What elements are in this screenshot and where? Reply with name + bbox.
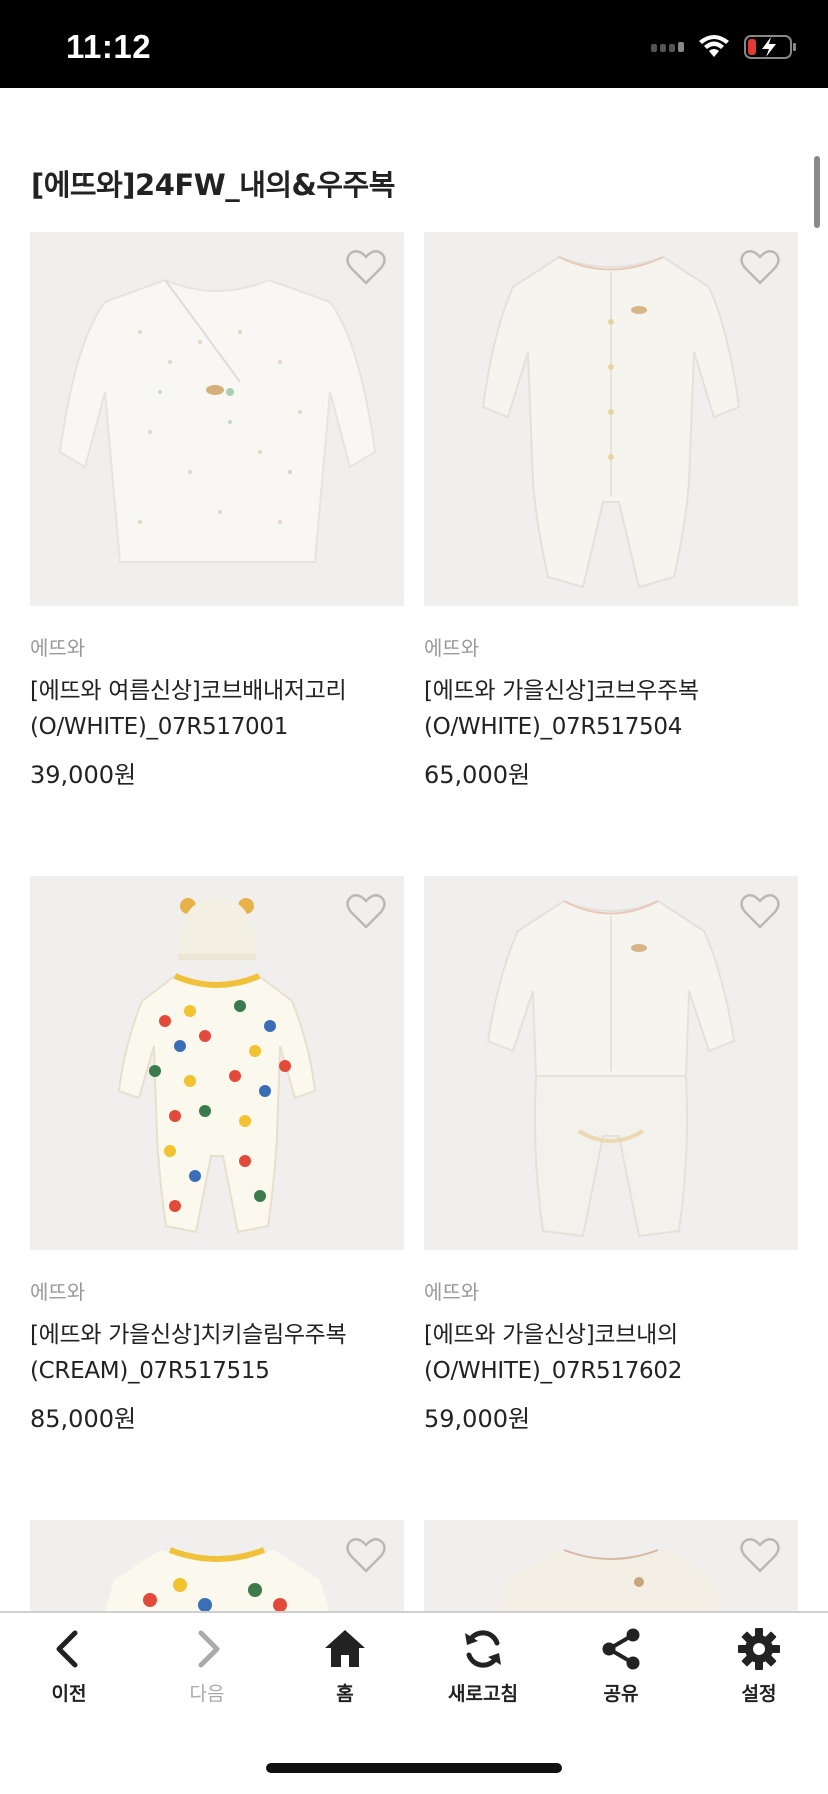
product-price: 85,000원 bbox=[30, 1405, 137, 1433]
underwear-set-image bbox=[486, 899, 736, 1238]
product-name-line1: [에뜨와 가을신상]코브우주복 bbox=[424, 678, 699, 704]
status-bar: 11:12 bbox=[0, 0, 828, 88]
nav-prev-button[interactable]: 이전 bbox=[0, 1627, 138, 1706]
wifi-icon bbox=[699, 35, 729, 57]
nav-next-button[interactable]: 다음 bbox=[138, 1627, 276, 1706]
product-price: 59,000원 bbox=[424, 1405, 531, 1433]
nav-home-button[interactable]: 홈 bbox=[276, 1627, 414, 1706]
refresh-icon bbox=[465, 1630, 501, 1668]
product-price: 65,000원 bbox=[424, 761, 531, 789]
home-icon bbox=[325, 1630, 365, 1667]
product-name-line1: [에뜨와 가을신상]코브내의 bbox=[424, 1322, 678, 1348]
product-price: 39,000원 bbox=[30, 761, 137, 789]
nav-home-label: 홈 bbox=[336, 1683, 354, 1705]
heart-outline-icon[interactable] bbox=[346, 248, 386, 286]
product-card[interactable]: 에뜨와 [에뜨와 가을신상]치키슬림우주복 (CREAM)_07R517515 … bbox=[30, 876, 404, 1434]
heart-outline-icon[interactable] bbox=[346, 1536, 386, 1574]
product-brand: 에뜨와 bbox=[424, 636, 480, 660]
nav-settings-button[interactable]: 설정 bbox=[690, 1627, 828, 1706]
baby-romper-image bbox=[481, 255, 741, 589]
nav-share-label: 공유 bbox=[603, 1683, 639, 1705]
product-name[interactable]: [에뜨와 여름신상]코브배내저고리 (O/WHITE)_07R517001 bbox=[30, 673, 404, 745]
polka-dot-romper-image bbox=[117, 898, 317, 1234]
baby-jacket-image bbox=[58, 278, 377, 563]
product-name-line2: (O/WHITE)_07R517504 bbox=[424, 714, 683, 740]
page-title: [에뜨와]24FW_내의&우주복 bbox=[31, 168, 395, 202]
product-name-line2: (O/WHITE)_07R517001 bbox=[30, 714, 289, 740]
product-name[interactable]: [에뜨와 가을신상]코브우주복 (O/WHITE)_07R517504 bbox=[424, 673, 798, 745]
share-icon bbox=[602, 1628, 640, 1670]
cellular-signal-icon bbox=[651, 42, 684, 52]
product-image[interactable] bbox=[424, 1520, 798, 1614]
product-name-line2: (CREAM)_07R517515 bbox=[30, 1358, 270, 1384]
product-name-line1: [에뜨와 가을신상]치키슬림우주복 bbox=[30, 1322, 347, 1348]
product-card[interactable]: 에뜨와 [에뜨와 가을신상]코브우주복 (O/WHITE)_07R517504 … bbox=[424, 232, 798, 790]
product-image[interactable] bbox=[30, 876, 404, 1250]
home-indicator[interactable] bbox=[266, 1763, 562, 1773]
product-image[interactable] bbox=[424, 232, 798, 606]
status-time: 11:12 bbox=[66, 28, 152, 65]
nav-refresh-label: 새로고침 bbox=[448, 1683, 518, 1705]
scroll-indicator[interactable] bbox=[814, 156, 820, 228]
chevron-left-icon bbox=[56, 1630, 78, 1668]
product-card[interactable]: 에뜨와 [에뜨와 가을신상]코브내의 (O/WHITE)_07R517602 5… bbox=[424, 876, 798, 1434]
nav-settings-label: 설정 bbox=[741, 1683, 777, 1705]
chevron-right-icon bbox=[198, 1630, 220, 1668]
status-icons bbox=[651, 34, 798, 60]
product-name-line2: (O/WHITE)_07R517602 bbox=[424, 1358, 683, 1384]
heart-outline-icon[interactable] bbox=[740, 1536, 780, 1574]
product-card[interactable]: 에뜨와 [에뜨와 여름신상]코브배내저고리 (O/WHITE)_07R51700… bbox=[30, 232, 404, 790]
heart-outline-icon[interactable] bbox=[740, 248, 780, 286]
nav-next-label: 다음 bbox=[189, 1683, 225, 1705]
nav-refresh-button[interactable]: 새로고침 bbox=[414, 1627, 552, 1706]
heart-outline-icon[interactable] bbox=[740, 892, 780, 930]
battery-icon bbox=[744, 35, 796, 59]
product-image[interactable] bbox=[424, 876, 798, 1250]
product-brand: 에뜨와 bbox=[424, 1280, 480, 1304]
product-image[interactable] bbox=[30, 1520, 404, 1614]
product-name-line1: [에뜨와 여름신상]코브배내저고리 bbox=[30, 678, 347, 704]
product-card[interactable] bbox=[424, 1520, 798, 1614]
nav-share-button[interactable]: 공유 bbox=[552, 1627, 690, 1706]
product-brand: 에뜨와 bbox=[30, 1280, 86, 1304]
product-brand: 에뜨와 bbox=[30, 636, 86, 660]
gear-icon bbox=[738, 1628, 780, 1670]
product-image[interactable] bbox=[30, 232, 404, 606]
product-card[interactable] bbox=[30, 1520, 404, 1614]
heart-outline-icon[interactable] bbox=[346, 892, 386, 930]
product-name[interactable]: [에뜨와 가을신상]코브내의 (O/WHITE)_07R517602 bbox=[424, 1317, 798, 1389]
nav-prev-label: 이전 bbox=[51, 1683, 87, 1705]
product-name[interactable]: [에뜨와 가을신상]치키슬림우주복 (CREAM)_07R517515 bbox=[30, 1317, 404, 1389]
